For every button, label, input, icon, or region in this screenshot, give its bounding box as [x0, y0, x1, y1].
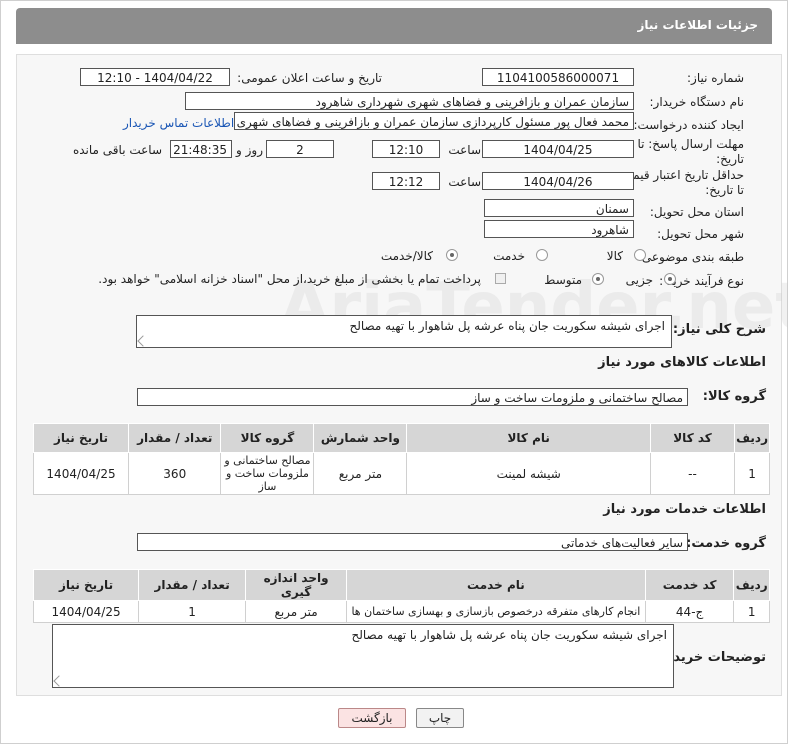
category-option-service: خدمت [493, 249, 525, 263]
goods-cell-group: مصالح ساختمانی و ملزومات ساخت و ساز [220, 452, 315, 495]
services-table-header: ردیف کد خدمت نام خدمت واحد اندازه گیری ت… [32, 569, 770, 601]
goods-cell-row: 1 [734, 452, 770, 495]
city-label: شهر محل تحویل: [657, 227, 744, 241]
buyer-org-label: نام دستگاه خریدار: [649, 95, 745, 109]
table-row: 1 ج-44 انجام کارهای متفرقه درخصوص بازساز… [32, 600, 770, 623]
process-radio-minor[interactable] [664, 273, 676, 285]
resize-grip-icon[interactable] [53, 675, 65, 687]
category-radio-service[interactable] [536, 249, 548, 261]
validity-label-2: تا تاریخ: [705, 183, 744, 197]
contact-buyer-link[interactable]: اطلاعات تماس خریدار [123, 116, 234, 130]
category-option-goods: کالا [606, 249, 623, 263]
goods-col-group: گروه کالا [220, 423, 315, 453]
days-label: روز و [236, 143, 263, 157]
reply-date-field: 1404/04/25 [482, 140, 634, 158]
goods-group-label: گروه کالا: [702, 389, 766, 404]
validity-time-field: 12:12 [372, 172, 440, 190]
remaining-time-field: 21:48:35 [170, 140, 232, 158]
validity-label: حداقل تاریخ اعتبار قیمت: [617, 168, 744, 182]
announce-field: 1404/04/22 - 12:10 [80, 68, 230, 86]
province-field: سمنان [484, 199, 634, 217]
goods-col-unit: واحد شمارش [313, 423, 408, 453]
services-cell-unit: متر مربع [245, 600, 348, 623]
summary-text: اجرای شیشه سکوریت جان پناه عرشه پل شاهوا… [349, 319, 665, 333]
table-row: 1 -- شیشه لمینت متر مربع مصالح ساختمانی … [32, 452, 770, 495]
services-col-row: ردیف [733, 569, 770, 601]
services-col-code: کد خدمت [644, 569, 735, 601]
goods-col-name: نام کالا [406, 423, 651, 453]
process-option-minor: جزیی [625, 273, 653, 287]
services-group-label: گروه خدمت: [686, 536, 766, 551]
services-section-title: اطلاعات خدمات مورد نیاز [603, 502, 766, 517]
announce-label: تاریخ و ساعت اعلان عمومی: [237, 71, 382, 85]
requester-field: محمد فعال پور مسئول کارپردازی سازمان عمر… [234, 112, 634, 130]
goods-col-qty: تعداد / مقدار [128, 423, 222, 453]
reply-deadline-label: مهلت ارسال پاسخ: تا [637, 137, 744, 151]
process-radio-medium[interactable] [592, 273, 604, 285]
goods-table: ردیف کد کالا نام کالا واحد شمارش گروه کا… [32, 423, 770, 495]
summary-field: اجرای شیشه سکوریت جان پناه عرشه پل شاهوا… [136, 315, 672, 348]
goods-cell-qty: 360 [128, 452, 222, 495]
services-cell-name: انجام کارهای متفرقه درخصوص بازسازی و بهس… [346, 600, 646, 623]
treasury-payment-note: پرداخت تمام یا بخشی از مبلغ خرید،از محل … [98, 272, 481, 286]
treasury-payment-checkbox[interactable] [495, 273, 506, 284]
print-button[interactable]: چاپ [416, 708, 464, 728]
services-cell-row: 1 [733, 600, 770, 623]
services-col-name: نام خدمت [346, 569, 646, 601]
category-option-goods-service: کالا/خدمت [380, 249, 433, 263]
province-label: استان محل تحویل: [649, 205, 744, 219]
goods-cell-code: -- [649, 452, 736, 495]
goods-col-code: کد کالا [649, 423, 736, 453]
services-col-unit: واحد اندازه گیری [245, 569, 348, 601]
services-table: ردیف کد خدمت نام خدمت واحد اندازه گیری ت… [32, 569, 770, 623]
reply-time-field: 12:10 [372, 140, 440, 158]
goods-section-title: اطلاعات کالاهای مورد نیاز [598, 355, 766, 370]
reply-deadline-label-2: تاریخ: [716, 152, 744, 166]
goods-cell-name: شیشه لمینت [406, 452, 651, 495]
goods-col-row: ردیف [734, 423, 770, 453]
category-label: طبقه بندی موضوعی: [637, 250, 744, 264]
services-cell-code: ج-44 [644, 600, 735, 623]
buyer-org-field: سازمان عمران و بازافرینی و فضاهای شهری ش… [185, 92, 634, 110]
buyer-notes-text: اجرای شیشه سکوریت جان پناه عرشه پل شاهوا… [351, 628, 667, 642]
days-field: 2 [266, 140, 334, 158]
requester-label: ایجاد کننده درخواست: [633, 118, 744, 132]
remaining-label: ساعت باقی مانده [72, 143, 162, 157]
buyer-notes-field: اجرای شیشه سکوریت جان پناه عرشه پل شاهوا… [52, 624, 674, 688]
page-title: جزئیات اطلاعات نیاز [637, 18, 758, 32]
validity-date-field: 1404/04/26 [482, 172, 634, 190]
back-button[interactable]: بازگشت [338, 708, 406, 728]
services-cell-date: 1404/04/25 [32, 600, 140, 623]
process-option-medium: متوسط [544, 273, 582, 287]
validity-time-label: ساعت [448, 175, 481, 189]
services-group-field: سایر فعالیت‌های خدماتی [137, 533, 688, 551]
summary-label: شرح کلی نیاز: [672, 322, 766, 337]
goods-cell-date: 1404/04/25 [32, 452, 130, 495]
need-number-field: 1104100586000071 [482, 68, 634, 86]
goods-cell-unit: متر مربع [313, 452, 408, 495]
city-field: شاهرود [484, 220, 634, 238]
resize-grip-icon[interactable] [137, 335, 149, 347]
goods-table-header: ردیف کد کالا نام کالا واحد شمارش گروه کا… [32, 423, 770, 453]
services-cell-qty: 1 [138, 600, 247, 623]
goods-col-date: تاریخ نیاز [32, 423, 130, 453]
category-radio-goods[interactable] [634, 249, 646, 261]
goods-group-field: مصالح ساختمانی و ملزومات ساخت و ساز [137, 388, 688, 406]
services-col-date: تاریخ نیاز [32, 569, 140, 601]
services-col-qty: تعداد / مقدار [138, 569, 247, 601]
page-header: جزئیات اطلاعات نیاز [16, 8, 772, 44]
need-number-label: شماره نیاز: [687, 71, 744, 85]
category-radio-goods-service[interactable] [446, 249, 458, 261]
reply-time-label: ساعت [448, 143, 481, 157]
